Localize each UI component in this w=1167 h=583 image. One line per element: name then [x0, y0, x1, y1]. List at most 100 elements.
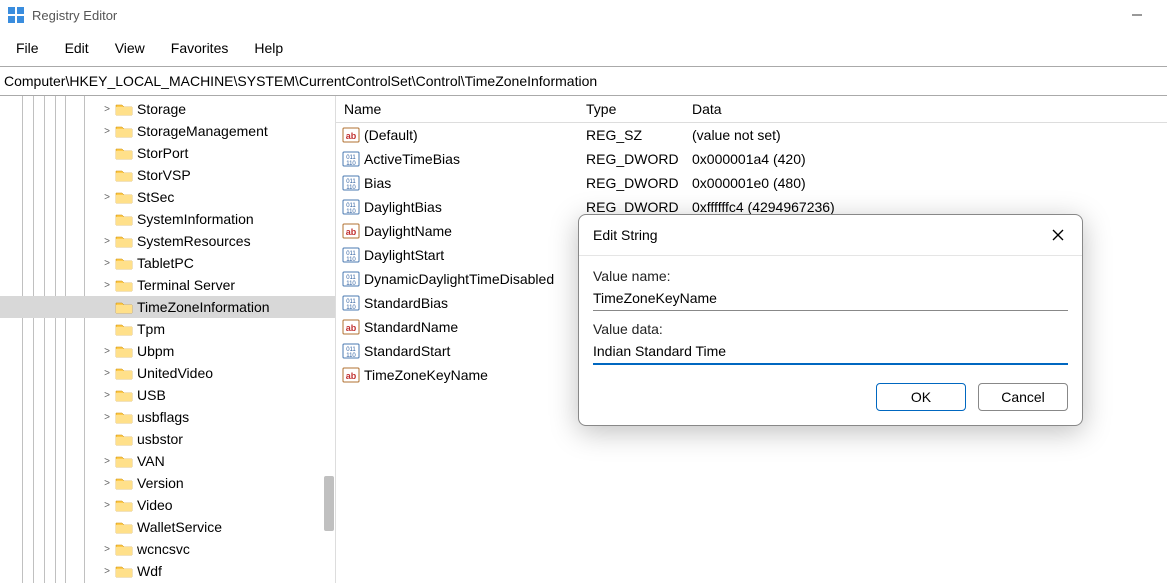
menu-view[interactable]: View	[103, 36, 157, 60]
chevron-right-icon[interactable]: >	[100, 566, 114, 577]
tree-label: Storage	[137, 101, 186, 117]
folder-icon	[115, 498, 133, 512]
value-name-label: Value name:	[593, 268, 1068, 284]
value-type: REG_DWORD	[586, 199, 692, 215]
value-type: REG_DWORD	[586, 151, 692, 167]
col-name[interactable]: Name	[336, 101, 586, 117]
binary-value-icon	[342, 174, 360, 192]
tree-item-tabletpc[interactable]: > TabletPC	[0, 252, 335, 274]
list-row[interactable]: (Default)REG_SZ(value not set)	[336, 123, 1167, 147]
tree-item-usb[interactable]: >USB	[0, 384, 335, 406]
chevron-right-icon[interactable]: >	[100, 126, 114, 137]
menu-help[interactable]: Help	[242, 36, 295, 60]
menu-edit[interactable]: Edit	[53, 36, 101, 60]
tree-item-usbstor[interactable]: usbstor	[0, 428, 335, 450]
tree-pane[interactable]: > Storage >StorageManagement StorPort StorVS…	[0, 96, 336, 583]
tree-label: usbstor	[137, 431, 183, 447]
tree-item-van[interactable]: > VAN	[0, 450, 335, 472]
chevron-right-icon[interactable]: >	[100, 258, 114, 269]
chevron-right-icon[interactable]: >	[100, 346, 114, 357]
chevron-right-icon[interactable]: >	[100, 236, 114, 247]
value-data: 0xffffffc4 (4294967236)	[692, 199, 1167, 215]
menu-file[interactable]: File	[4, 36, 51, 60]
tree-item-systemresources[interactable]: >SystemResources	[0, 230, 335, 252]
chevron-right-icon[interactable]: >	[100, 104, 114, 115]
value-name-input[interactable]	[593, 284, 1068, 311]
folder-icon	[115, 278, 133, 292]
string-value-icon	[342, 318, 360, 336]
folder-icon	[115, 520, 133, 534]
tree-item-storvsp[interactable]: StorVSP	[0, 164, 335, 186]
tree-item-storagemanagement[interactable]: >StorageManagement	[0, 120, 335, 142]
tree-item-systeminformation[interactable]: SystemInformation	[0, 208, 335, 230]
list-header: Name Type Data	[336, 96, 1167, 123]
folder-icon	[115, 388, 133, 402]
tree-item-usbflags[interactable]: >usbflags	[0, 406, 335, 428]
col-data[interactable]: Data	[692, 101, 1167, 117]
address-bar[interactable]: Computer\HKEY_LOCAL_MACHINE\SYSTEM\Curre…	[0, 66, 1167, 96]
chevron-right-icon[interactable]: >	[100, 192, 114, 203]
tree-label: Wdf	[137, 563, 162, 579]
tree-item-terminal server[interactable]: > Terminal Server	[0, 274, 335, 296]
tree-label: StSec	[137, 189, 174, 205]
folder-icon	[115, 344, 133, 358]
folder-icon	[115, 168, 133, 182]
folder-icon	[115, 146, 133, 160]
value-name: DynamicDaylightTimeDisabled	[364, 271, 586, 287]
title-bar: Registry Editor	[0, 0, 1167, 30]
chevron-right-icon[interactable]: >	[100, 390, 114, 401]
chevron-right-icon[interactable]: >	[100, 544, 114, 555]
tree-item-wdf[interactable]: > Wdf	[0, 560, 335, 582]
minimize-button[interactable]	[1115, 0, 1159, 30]
tree-item-version[interactable]: >Version	[0, 472, 335, 494]
tree-item-video[interactable]: > Video	[0, 494, 335, 516]
dialog-title-bar[interactable]: Edit String	[579, 215, 1082, 256]
ok-button[interactable]: OK	[876, 383, 966, 411]
value-name: TimeZoneKeyName	[364, 367, 586, 383]
chevron-right-icon[interactable]: >	[100, 456, 114, 467]
tree-label: VAN	[137, 453, 165, 469]
value-data-input[interactable]	[593, 337, 1068, 365]
tree-item-stsec[interactable]: > StSec	[0, 186, 335, 208]
value-name: StandardStart	[364, 343, 586, 359]
chevron-right-icon[interactable]: >	[100, 500, 114, 511]
chevron-right-icon[interactable]: >	[100, 280, 114, 291]
tree-label: SystemInformation	[137, 211, 254, 227]
list-row[interactable]: BiasREG_DWORD0x000001e0 (480)	[336, 171, 1167, 195]
folder-icon	[115, 322, 133, 336]
tree-item-timezoneinformation[interactable]: TimeZoneInformation	[0, 296, 335, 318]
value-name: DaylightBias	[364, 199, 586, 215]
folder-icon	[115, 256, 133, 270]
tree-item-storport[interactable]: StorPort	[0, 142, 335, 164]
folder-icon	[115, 124, 133, 138]
tree-label: Ubpm	[137, 343, 174, 359]
list-row[interactable]: ActiveTimeBiasREG_DWORD0x000001a4 (420)	[336, 147, 1167, 171]
folder-icon	[115, 476, 133, 490]
value-data: (value not set)	[692, 127, 1167, 143]
tree-label: StorVSP	[137, 167, 191, 183]
tree-item-wcncsvc[interactable]: >wcncsvc	[0, 538, 335, 560]
folder-icon	[115, 300, 133, 314]
chevron-right-icon[interactable]: >	[100, 412, 114, 423]
tree-label: TabletPC	[137, 255, 194, 271]
tree-item-ubpm[interactable]: > Ubpm	[0, 340, 335, 362]
value-data: 0x000001a4 (420)	[692, 151, 1167, 167]
chevron-right-icon[interactable]: >	[100, 368, 114, 379]
close-icon[interactable]	[1048, 225, 1068, 245]
folder-icon	[115, 102, 133, 116]
chevron-right-icon[interactable]: >	[100, 478, 114, 489]
binary-value-icon	[342, 294, 360, 312]
cancel-button[interactable]: Cancel	[978, 383, 1068, 411]
tree-item-tpm[interactable]: Tpm	[0, 318, 335, 340]
menu-favorites[interactable]: Favorites	[159, 36, 241, 60]
value-name: Bias	[364, 175, 586, 191]
tree-item-storage[interactable]: > Storage	[0, 98, 335, 120]
tree-label: Video	[137, 497, 173, 513]
value-name: DaylightName	[364, 223, 586, 239]
tree-item-walletservice[interactable]: WalletService	[0, 516, 335, 538]
tree-label: Terminal Server	[137, 277, 235, 293]
col-type[interactable]: Type	[586, 101, 692, 117]
tree-item-unitedvideo[interactable]: >UnitedVideo	[0, 362, 335, 384]
tree-label: StorPort	[137, 145, 188, 161]
folder-icon	[115, 542, 133, 556]
